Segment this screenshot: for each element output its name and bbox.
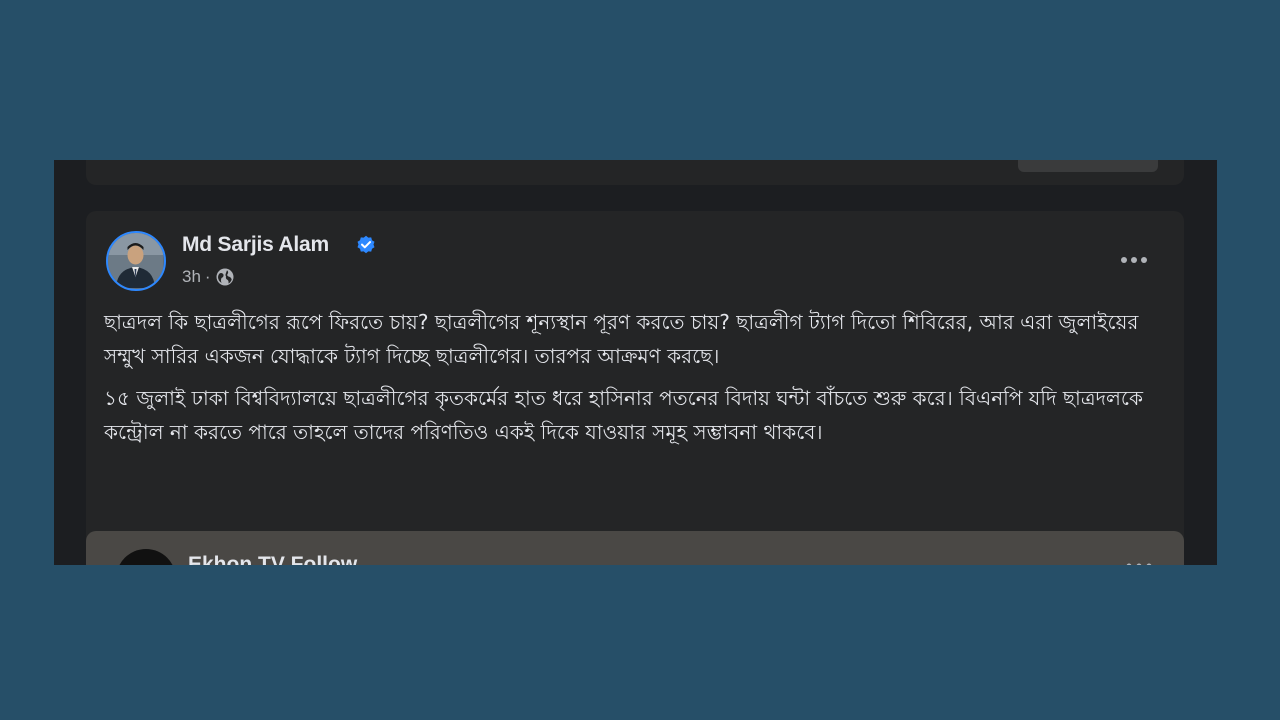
- meta-separator: ·: [204, 267, 211, 286]
- author-name[interactable]: Md Sarjis Alam: [182, 233, 329, 257]
- post-timestamp[interactable]: 3h: [182, 267, 201, 287]
- verified-badge-icon: [357, 235, 375, 254]
- avatar-photo: [108, 233, 163, 288]
- globe-icon: [216, 268, 234, 286]
- post-card: Md Sarjis Alam 3h · ছাত্রদল কি ছাত্রলীগে…: [86, 211, 1184, 565]
- previous-post-card: [86, 160, 1184, 185]
- author-avatar[interactable]: [106, 231, 166, 291]
- shared-post-card[interactable]: Ekhon TV Follow: [86, 531, 1184, 565]
- facebook-feed-screenshot: Md Sarjis Alam 3h · ছাত্রদল কি ছাত্রলীগে…: [54, 160, 1217, 565]
- post-text: ছাত্রদল কি ছাত্রলীগের রূপে ফিরতে চায়? ছ…: [104, 305, 1164, 457]
- more-options-icon[interactable]: [1114, 247, 1154, 273]
- post-paragraph: ছাত্রদল কি ছাত্রলীগের রূপে ফিরতে চায়? ছ…: [104, 310, 1139, 368]
- shared-page-avatar[interactable]: [116, 549, 176, 565]
- shared-page-title[interactable]: Ekhon TV Follow: [188, 553, 357, 565]
- post-meta: 3h ·: [182, 267, 235, 287]
- previous-post-action-button[interactable]: [1018, 160, 1158, 172]
- post-paragraph: ১৫ জুলাই ঢাকা বিশ্ববিদ্যালয়ে ছাত্রলীগের…: [104, 386, 1143, 444]
- shared-more-options-icon[interactable]: [1124, 561, 1154, 565]
